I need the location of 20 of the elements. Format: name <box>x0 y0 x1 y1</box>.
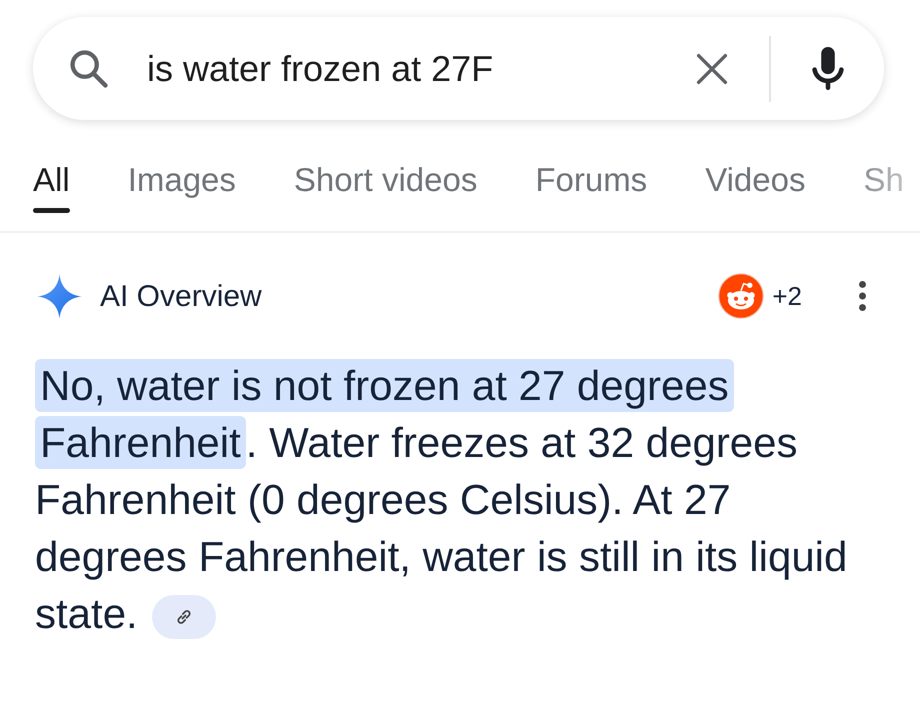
clear-button[interactable] <box>695 52 729 86</box>
search-tab[interactable]: All <box>33 160 70 213</box>
more-options-icon <box>858 281 866 311</box>
close-icon <box>696 52 728 84</box>
more-options-button[interactable] <box>856 281 868 311</box>
search-field[interactable]: is water frozen at 27F <box>147 44 695 94</box>
link-chip[interactable] <box>152 594 216 639</box>
search-tab[interactable]: Sh <box>864 160 904 213</box>
alien-avatar-icon <box>718 273 764 319</box>
search-tab[interactable]: Forums <box>535 160 648 213</box>
search-tab[interactable]: Videos <box>705 160 806 213</box>
microphone-icon <box>812 47 844 90</box>
search-tab[interactable]: Images <box>128 160 236 213</box>
voice-search-button[interactable] <box>811 46 845 90</box>
ai-overview-title: AI Overview <box>100 278 262 314</box>
sources-count: +2 <box>772 280 802 312</box>
search-icon <box>70 50 108 88</box>
link-icon <box>174 608 193 626</box>
sparkle-icon <box>37 274 82 318</box>
search-tab[interactable]: Short videos <box>294 160 478 213</box>
